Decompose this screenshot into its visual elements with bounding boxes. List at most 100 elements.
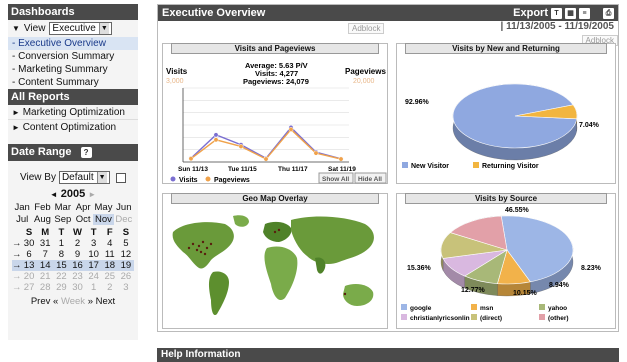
day-cell: 20 (23, 271, 35, 282)
date-range-title: Date Range (11, 146, 72, 158)
view-select-value: Executive (52, 23, 96, 34)
dashboard-item-executive-overview[interactable]: - Executive Overview (8, 37, 138, 50)
app-root: Dashboards ▼ View Executive ▼ - Executiv… (0, 0, 627, 362)
day-cell[interactable]: 9 (69, 249, 85, 260)
hide-all-label: Hide All (358, 176, 382, 183)
week-arrow-icon[interactable]: → (12, 249, 22, 260)
month-cell[interactable]: Jul (12, 214, 32, 225)
print-icon[interactable]: ⎙ (603, 7, 614, 19)
x-tick-label: Tue 11/15 (228, 166, 257, 173)
date-range-label: | 11/13/2005 - 11/19/2005 (500, 21, 614, 32)
day-cell[interactable]: 5 (118, 238, 134, 249)
month-cell-selected[interactable]: Nov (93, 214, 114, 225)
new-returning-panel: Visits by New and Returning 92.96% 7.04%… (396, 43, 616, 184)
day-cell-selected[interactable]: 18 (101, 260, 118, 271)
month-cell[interactable]: Sep (53, 214, 73, 225)
day-header: S (122, 227, 130, 238)
month-cell[interactable]: May (93, 202, 113, 213)
day-cell-selected[interactable]: 14 (37, 260, 54, 271)
viewby-select-value: Default (61, 172, 94, 183)
month-cell[interactable]: Oct (73, 214, 93, 225)
week-arrow-icon: → (12, 282, 22, 293)
report-item-label: Content Optimization (22, 122, 117, 133)
year-label: 2005 (60, 188, 86, 200)
expand-right-icon: ► (12, 123, 20, 132)
day-cell[interactable]: 31 (37, 238, 53, 249)
next-year-icon[interactable]: ► (88, 190, 96, 199)
export-excel-icon[interactable]: ▦ (565, 7, 576, 19)
week-arrow-icon[interactable]: → (12, 238, 22, 249)
calendar-icon[interactable] (115, 172, 126, 183)
day-cell[interactable]: 2 (69, 238, 85, 249)
month-cell[interactable]: Aug (32, 214, 52, 225)
month-cell[interactable]: Apr (73, 202, 93, 213)
dashboard-item-content-summary[interactable]: - Content Summary (8, 76, 138, 89)
series-line-pageviews (190, 128, 342, 160)
day-cell[interactable]: 11 (102, 249, 118, 260)
legend-swatch (539, 314, 545, 320)
month-cell[interactable]: Dec (114, 214, 134, 225)
help-information-header[interactable]: Help Information (157, 348, 619, 362)
legend-pageviews-dot (205, 176, 211, 182)
view-select[interactable]: Executive ▼ (49, 22, 112, 35)
source-legend: google msn yahoo christianlyricsonlin (direc… (401, 304, 569, 322)
day-cell[interactable]: 1 (53, 238, 69, 249)
month-cell[interactable]: Jan (12, 202, 32, 213)
report-item-content-optimization[interactable]: ► Content Optimization (8, 120, 138, 135)
prev-week-link[interactable]: Prev « (31, 296, 58, 307)
slice-label: 92.96% (405, 99, 430, 106)
day-cell[interactable]: 10 (86, 249, 102, 260)
day-header: S (25, 227, 33, 238)
day-cell[interactable]: 7 (37, 249, 53, 260)
day-cell[interactable]: 12 (118, 249, 134, 260)
day-cell[interactable]: 3 (86, 238, 102, 249)
day-cell-selected[interactable]: 15 (53, 260, 70, 271)
week-arrow-icon: → (12, 271, 22, 282)
legend-returning-label: Returning Visitor (482, 163, 539, 170)
prev-year-icon[interactable]: ◄ (50, 190, 58, 199)
day-header: T (90, 227, 97, 238)
day-cell[interactable]: 6 (21, 249, 37, 260)
report-item-label: Marketing Optimization (22, 107, 125, 118)
legend-swatch (539, 304, 545, 310)
day-cell: 26 (120, 271, 132, 282)
view-label: View (23, 23, 46, 34)
adblock-tag[interactable]: Adblock (348, 23, 385, 34)
day-cell[interactable]: 30 (21, 238, 37, 249)
month-cell[interactable]: Mar (53, 202, 73, 213)
help-icon[interactable]: ? (80, 147, 92, 158)
x-tick-label: Thu 11/17 (278, 166, 308, 173)
month-cell[interactable]: Jun (114, 202, 134, 213)
main-subheader: Adblock Adblock | 11/13/2005 - 11/19/200… (158, 21, 618, 46)
day-cell-selected[interactable]: 19 (117, 260, 134, 271)
slice-label: 7.04% (579, 122, 600, 129)
day-cell[interactable]: 4 (102, 238, 118, 249)
legend-new-swatch (402, 162, 408, 168)
world-map[interactable] (163, 194, 389, 330)
pie-slices (452, 83, 578, 161)
legend-pageviews-label: Pageviews (214, 177, 250, 184)
export-toolbar: Export T ▦ ≡ ⎙ (513, 7, 614, 19)
expand-arrow-icon[interactable]: ▼ (12, 24, 20, 33)
day-cell[interactable]: 8 (53, 249, 69, 260)
viewby-select[interactable]: Default ▼ (58, 171, 110, 184)
day-cell-selected[interactable]: 13 (21, 260, 38, 271)
x-tick-label: Sat 11/19 (328, 166, 356, 173)
day-cell: 27 (23, 282, 35, 293)
dashboard-item-conversion-summary[interactable]: - Conversion Summary (8, 50, 138, 63)
dashboard-item-marketing-summary[interactable]: - Marketing Summary (8, 63, 138, 76)
export-text-icon[interactable]: T (551, 7, 562, 19)
day-cell-selected[interactable]: 16 (69, 260, 86, 271)
day-header: F (106, 227, 113, 238)
date-range-header: Date Range ? (8, 144, 138, 161)
visits-pageviews-panel: Visits and Pageviews Visits 3,000 Pagevi… (162, 43, 388, 184)
day-cell-selected[interactable]: 17 (85, 260, 102, 271)
next-week-link[interactable]: » Next (88, 296, 115, 307)
report-item-marketing-optimization[interactable]: ► Marketing Optimization (8, 105, 138, 120)
month-cell[interactable]: Feb (32, 202, 52, 213)
slice-label: 46.55% (505, 207, 530, 214)
visits-pageviews-chart: Visits 3,000 Pageviews 20,000 Average: 5… (166, 61, 387, 184)
export-xml-icon[interactable]: ≡ (579, 7, 590, 19)
week-arrow-icon[interactable]: → (12, 260, 22, 271)
